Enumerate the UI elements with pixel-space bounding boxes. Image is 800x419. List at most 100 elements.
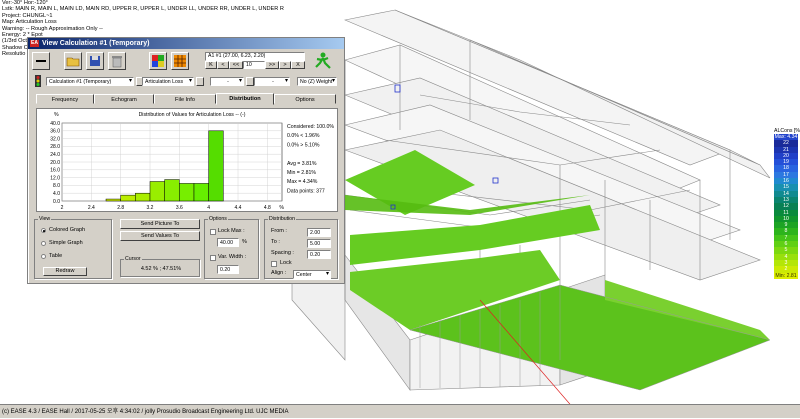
tab-echogram[interactable]: Echogram (94, 94, 154, 104)
x-tick-label: 2 (61, 205, 64, 211)
y-axis-label: % (54, 112, 59, 118)
view-calculation-window: EA View Calculation #1 (Temporary) A1 #1… (27, 37, 345, 284)
extra-select[interactable]: - (254, 77, 290, 86)
from-input[interactable]: 2.00 (307, 228, 331, 237)
step-input[interactable]: 10 (243, 61, 265, 69)
histogram-bar (105, 198, 121, 202)
x-axis-label: % (279, 205, 284, 211)
stats-line: Max = 4.34% (287, 179, 318, 185)
spacing-input[interactable]: 0.20 (307, 250, 331, 259)
x-tick-label: 2.4 (88, 205, 95, 211)
x-tick-label: 2.8 (117, 205, 124, 211)
y-tick-label: 24.0 (50, 152, 60, 158)
stats-line: Data points: 377 (287, 188, 325, 194)
position-readout: A1 #1 (27.00, 6.23, 2.20) (205, 52, 305, 61)
cursor-group: Cursor 4.52 % ; 47.51% (120, 256, 200, 277)
nav-prev-step-button[interactable]: << (229, 61, 243, 69)
weighting-select[interactable]: No (Z) Weight (297, 77, 337, 86)
x-tick-label: 4.4 (235, 205, 242, 211)
cursor-caption: Cursor (124, 256, 142, 263)
map-options-button[interactable] (196, 77, 204, 86)
options-group: Options Lock Max : 40.00 % Var. Width : … (204, 216, 259, 279)
histogram-bar (193, 183, 209, 202)
window-titlebar[interactable]: EA View Calculation #1 (Temporary) (28, 38, 344, 49)
var-width-input[interactable]: 0.20 (217, 265, 239, 274)
tab-frequency[interactable]: Frequency (36, 94, 94, 104)
table-label: Table (49, 253, 63, 259)
var-width-label: Var. Width : (218, 254, 247, 260)
lock-max-unit: % (242, 239, 247, 245)
status-bar: (c) EASE 4.3 / EASE Hall / 2017-05-25 오후… (0, 404, 800, 418)
y-tick-label: 36.0 (50, 129, 60, 135)
app-icon: EA (30, 40, 39, 47)
y-tick-label: 16.0 (50, 168, 60, 174)
map-select[interactable]: Articulation Loss (142, 77, 194, 86)
grid-map-icon[interactable] (171, 52, 189, 70)
histogram-bar (208, 130, 224, 202)
view-group: View Colored Graph Simple Graph Table Re… (34, 216, 112, 279)
y-tick-label: 8.0 (53, 183, 60, 189)
minus-icon[interactable] (32, 52, 50, 70)
distribution-caption: Distribution (268, 216, 296, 223)
exit-runner-icon[interactable] (312, 51, 334, 71)
tab-distribution[interactable]: Distribution (216, 93, 274, 105)
tab-options[interactable]: Options (274, 94, 336, 104)
stats-line: Considered: 100.0% (287, 124, 334, 130)
y-tick-label: 4.0 (53, 191, 60, 197)
y-tick-label: 32.0 (50, 136, 60, 142)
send-picture-button[interactable]: Send Picture To (120, 219, 200, 229)
calculation-select[interactable]: Calculation #1 (Temporary) (46, 77, 134, 86)
from-label: From : (271, 228, 287, 234)
open-folder-icon[interactable] (64, 52, 82, 70)
chart-title: Distribution of Values for Articulation … (139, 112, 246, 118)
tab-file-info[interactable]: File Info (154, 94, 216, 104)
color-map-icon[interactable] (149, 52, 167, 70)
send-values-button[interactable]: Send Values To (120, 231, 200, 241)
histogram-bar (120, 194, 136, 202)
table-radio[interactable] (41, 254, 46, 259)
spacing-label: Spacing : (271, 250, 294, 256)
align-select[interactable]: Center (293, 270, 331, 279)
x-tick-label: 3.6 (176, 205, 183, 211)
view-group-caption: View (38, 216, 52, 223)
y-tick-label: 40.0 (50, 121, 60, 127)
align-label: Align : (271, 270, 287, 276)
traffic-light-icon (33, 75, 43, 87)
var-width-checkbox[interactable] (210, 255, 216, 261)
x-tick-label: 4 (207, 205, 210, 211)
save-disk-icon[interactable] (86, 52, 104, 70)
window-title: View Calculation #1 (Temporary) (42, 40, 150, 47)
lock-max-checkbox[interactable] (210, 229, 216, 235)
frequency-options-button[interactable] (246, 77, 254, 86)
to-input[interactable]: 5.00 (307, 239, 331, 248)
histogram-bar (164, 179, 180, 202)
nav-next-button[interactable]: > (279, 61, 291, 69)
nav-last-button[interactable]: X (291, 61, 305, 69)
nav-prev-button[interactable]: < (217, 61, 229, 69)
options-caption: Options (208, 216, 228, 223)
colored-graph-radio[interactable] (41, 228, 46, 233)
nav-next-step-button[interactable]: >> (265, 61, 279, 69)
simple-graph-radio[interactable] (41, 241, 46, 246)
color-scale-legend: ALCons [%] Max: 4.34 22 21 20 19 18 17 16 15 14 13… (774, 128, 800, 279)
nav-first-button[interactable]: K (205, 61, 217, 69)
info-line: Lstk: MAIN R, MAIN L, MAIN LD, MAIN RD, … (2, 6, 284, 13)
redraw-button[interactable]: Redraw (43, 267, 87, 276)
histogram-bar (149, 181, 165, 202)
simple-graph-label: Simple Graph (49, 240, 83, 246)
lock-checkbox[interactable] (271, 261, 277, 267)
y-tick-label: 12.0 (50, 175, 60, 181)
lock-label: Lock (280, 260, 292, 266)
histogram-bar (179, 183, 195, 202)
cursor-value: 4.52 % ; 47.51% (140, 266, 182, 272)
distribution-group: Distribution From : 2.00 To : 5.00 Spaci… (264, 216, 338, 279)
stats-line: Avg = 3.81% (287, 161, 317, 167)
trash-icon[interactable] (108, 52, 126, 70)
x-tick-label: 3.2 (147, 205, 154, 211)
stats-line: 0.0% > 5.10% (287, 142, 320, 148)
y-tick-label: 20.0 (50, 160, 60, 166)
lock-max-input[interactable]: 40.00 (217, 238, 239, 247)
distribution-chart[interactable]: Distribution of Values for Articulation … (36, 108, 338, 212)
frequency-select[interactable]: - (210, 77, 244, 86)
x-tick-label: 4.8 (264, 205, 271, 211)
